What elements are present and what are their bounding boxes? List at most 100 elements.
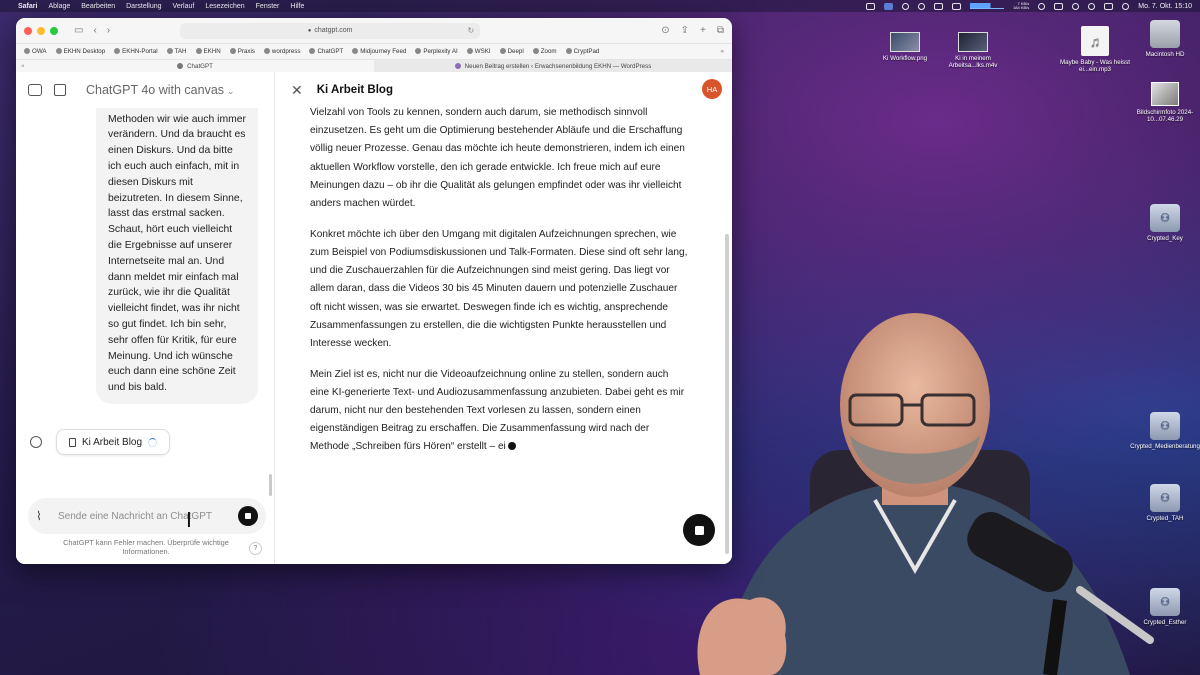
bookmark-deepl[interactable]: Deepl [499, 48, 524, 55]
bookmark-label: TAH [174, 48, 187, 55]
vpn-icon[interactable] [918, 2, 926, 10]
typing-cursor-icon [507, 442, 516, 451]
glasses-left-lens [848, 393, 904, 427]
bookmark-label: Midjourney Feed [360, 48, 407, 55]
desktop-file-ki-video[interactable]: Ki in meinem Arbeitsa...lks.m4v [936, 32, 1010, 69]
screenshot-file-icon [1151, 82, 1179, 106]
grid-icon[interactable] [952, 2, 962, 10]
address-bar[interactable]: ● chatgpt.com ↻ [180, 22, 481, 39]
desktop-macintosh-hd[interactable]: Macintosh HD [1128, 20, 1200, 58]
zoom-window-button[interactable] [50, 26, 58, 35]
bookmark-praxis[interactable]: Praxis [229, 48, 255, 55]
tab-close-icon[interactable]: × [21, 63, 25, 70]
desktop-file-maybe-baby[interactable]: ♫ Maybe Baby - Was heisst ei...ein.mp3 [1058, 26, 1132, 73]
download-icon[interactable]: ⊙ [661, 25, 669, 36]
desktop-file-label: Macintosh HD [1145, 51, 1185, 58]
canvas-document-chip[interactable]: Ki Arbeit Blog [56, 429, 171, 455]
bookmark-ekhn[interactable]: EKHN [195, 48, 221, 55]
bookmark-label: EKHN Desktop [63, 48, 106, 55]
menu-darstellung[interactable]: Darstellung [126, 3, 161, 10]
bookmark-label: Zoom [540, 48, 557, 55]
bookmark-wordpress[interactable]: wordpress [263, 48, 300, 55]
back-arrow-icon[interactable]: ‹ [93, 25, 96, 36]
screen-mirror-icon[interactable] [884, 2, 894, 10]
attach-paperclip-icon[interactable]: ⌇ [36, 509, 54, 523]
tab-wordpress[interactable]: Neuen Beitrag erstellen ‹ Erwachsenenbil… [374, 60, 732, 72]
share-icon[interactable]: ⇪ [681, 25, 689, 36]
network-speed: 7 KB/s 184 KB/s [1013, 2, 1029, 10]
canvas-paragraph: Vielzahl von Tools zu kennen, sondern au… [310, 107, 685, 210]
battery-icon[interactable] [866, 2, 876, 10]
pointing-hand [697, 597, 787, 675]
menu-hilfe[interactable]: Hilfe [290, 3, 304, 10]
sidebar-icon[interactable] [28, 84, 42, 96]
tab-overview-icon[interactable]: ⧉ [717, 25, 724, 36]
folder-icon [229, 48, 236, 55]
new-chat-icon[interactable] [54, 84, 66, 96]
new-tab-icon[interactable]: + [700, 25, 706, 36]
menu-verlauf[interactable]: Verlauf [173, 3, 195, 10]
bookmark-zoom[interactable]: Zoom [532, 48, 557, 55]
close-window-button[interactable] [24, 26, 32, 35]
desktop-crypted-key[interactable]: ⚇ Crypted_Key [1128, 204, 1200, 242]
desktop-file-screenshot[interactable]: Bildschirmfoto 2024-10...07.46.29 [1128, 82, 1200, 123]
sidebar-toggle-icon[interactable]: ▭ [74, 25, 83, 36]
help-button[interactable]: ? [249, 542, 262, 555]
close-canvas-icon[interactable]: ✕ [291, 82, 303, 99]
minimize-window-button[interactable] [37, 26, 45, 35]
bookmark-label: Perplexity AI [423, 48, 458, 55]
display-icon[interactable] [934, 2, 944, 10]
menu-fenster[interactable]: Fenster [256, 3, 280, 10]
mouse-ibeam-cursor-icon: I [186, 508, 192, 532]
message-input[interactable] [58, 510, 238, 522]
bookmark-midjourney[interactable]: Midjourney Feed [352, 48, 406, 55]
bookmark-ekhn-desktop[interactable]: EKHN Desktop [55, 48, 106, 55]
bookmark-chatgpt[interactable]: ChatGPT [309, 48, 343, 55]
desktop-file-ki-workflow[interactable]: Ki Workflow.png [868, 32, 942, 62]
menu-bearbeiten[interactable]: Bearbeiten [81, 3, 115, 10]
control-center-icon[interactable] [1104, 2, 1114, 10]
audio-file-icon: ♫ [1081, 26, 1109, 56]
bookmark-owa[interactable]: OWA [24, 48, 47, 55]
canvas-stop-button[interactable] [683, 514, 715, 546]
wifi-icon[interactable] [1072, 2, 1080, 10]
bookmark-icon [466, 48, 473, 55]
spotlight-icon[interactable] [1088, 2, 1096, 10]
desktop-file-label: Crypted_Esther [1143, 619, 1187, 626]
desktop-crypted-tah[interactable]: ⚇ Crypted_TAH [1128, 484, 1200, 522]
safari-window: ▭ ‹ › ● chatgpt.com ↻ ⊙ ⇪ + ⧉ OWA EKHN D… [16, 18, 732, 564]
chat-scrollbar[interactable] [269, 474, 272, 496]
canvas-document[interactable]: Vielzahl von Tools zu kennen, sondern au… [310, 104, 690, 469]
model-selector[interactable]: ChatGPT 4o with canvas ⌄ [86, 83, 235, 97]
network-drive-icon: ⚇ [1150, 588, 1180, 616]
chatgpt-logo-icon [30, 436, 42, 448]
chat-pane: ChatGPT 4o with canvas⌄ experimentieren,… [16, 72, 274, 564]
bookmark-ekhn-portal[interactable]: EKHN-Portal [114, 48, 158, 55]
desktop-crypted-esther[interactable]: ⚇ Crypted_Esther [1128, 588, 1200, 626]
bookmark-cryptpad[interactable]: CryptPad [565, 48, 599, 55]
presenter-webcam-overlay [697, 313, 1154, 675]
bookmark-wski[interactable]: WSKI [466, 48, 491, 55]
net-down: 184 KB/s [1013, 5, 1030, 10]
bookmarks-overflow-icon[interactable]: » [721, 48, 724, 55]
menu-lesezeichen[interactable]: Lesezeichen [205, 3, 244, 10]
check-icon[interactable] [902, 2, 910, 10]
menu-ablage[interactable]: Ablage [48, 3, 70, 10]
reload-icon[interactable]: ↻ [467, 26, 474, 35]
user-avatar[interactable]: HA [702, 79, 722, 99]
menu-app-name[interactable]: Safari [18, 3, 37, 10]
menubar-clock[interactable]: Mo. 7. Okt. 15:10 [1138, 3, 1192, 10]
clock-icon[interactable] [1038, 2, 1046, 10]
bookmark-perplexity[interactable]: Perplexity AI [415, 48, 458, 55]
desktop-crypted-medienberatung[interactable]: ⚇ Crypted_Medienberatung [1128, 412, 1200, 450]
bookmark-tah[interactable]: TAH [166, 48, 187, 55]
forward-arrow-icon[interactable]: › [107, 25, 110, 36]
stop-generating-button[interactable] [238, 506, 258, 526]
tab-chatgpt[interactable]: × ChatGPT [16, 60, 374, 72]
siri-icon[interactable] [1122, 2, 1130, 10]
bluetooth-icon[interactable] [1054, 2, 1064, 10]
bookmark-label: OWA [32, 48, 47, 55]
canvas-scrollbar[interactable] [725, 234, 729, 554]
video-file-icon [958, 32, 988, 52]
toolbar-actions: ⊙ ⇪ + ⧉ [661, 25, 724, 36]
